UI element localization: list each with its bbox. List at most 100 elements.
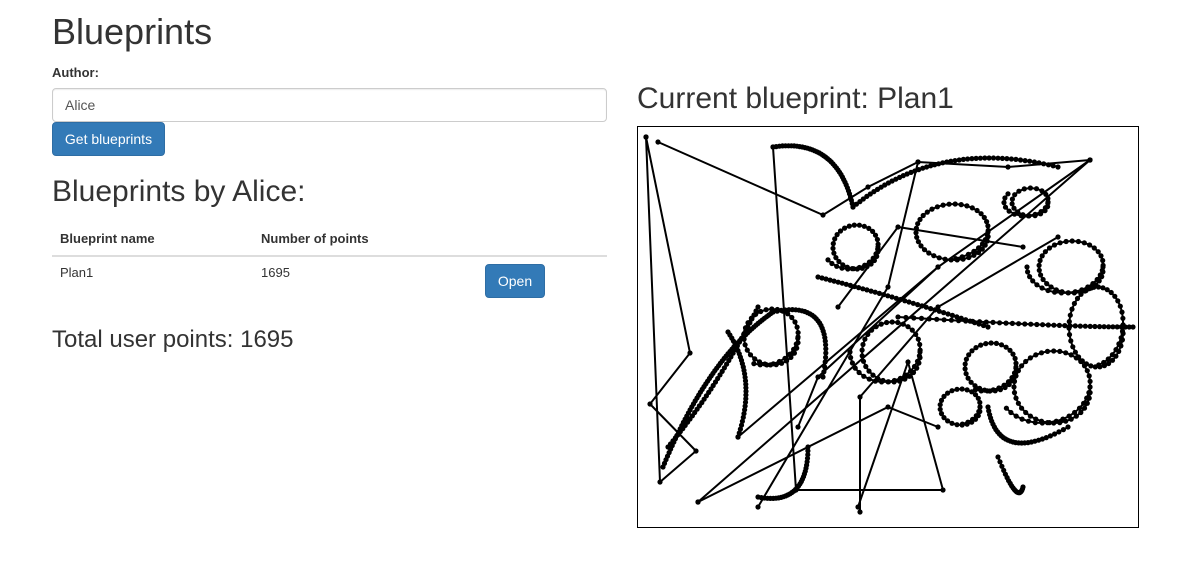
blueprint-point: [990, 155, 997, 161]
blueprint-point: [695, 499, 701, 505]
blueprint-point: [914, 358, 921, 364]
blueprint-point: [935, 424, 941, 430]
blueprint-point: [1027, 185, 1033, 191]
blueprint-point: [1013, 395, 1019, 401]
blueprint-point: [1072, 323, 1078, 329]
blueprint-point: [962, 366, 968, 372]
blueprint-point: [1118, 335, 1124, 341]
blueprint-point: [1036, 160, 1042, 166]
blueprint-point: [978, 342, 984, 348]
blueprint-stroke: [645, 136, 698, 485]
blueprint-point: [1117, 303, 1123, 309]
blueprint-point: [859, 347, 865, 353]
blueprint-point: [1087, 157, 1093, 163]
blueprint-point: [1011, 370, 1018, 376]
blueprint-point: [988, 340, 994, 346]
author-input[interactable]: [52, 88, 607, 122]
blueprint-point: [1022, 321, 1028, 327]
blueprint-point: [1024, 264, 1030, 270]
blueprint-point: [770, 361, 776, 367]
blueprint-point: [954, 386, 960, 392]
blueprint-point: [937, 406, 943, 412]
blueprint-point: [970, 318, 976, 324]
blueprint-points-cell: 1695: [261, 265, 290, 280]
blueprint-point: [752, 356, 758, 362]
blueprint-point: [1032, 211, 1038, 217]
blueprint-point: [1009, 320, 1015, 326]
blueprint-point: [852, 365, 858, 371]
blueprint-point: [763, 307, 769, 313]
blueprint-point: [969, 205, 975, 211]
blueprint-point: [1072, 349, 1078, 355]
blueprint-point: [1046, 420, 1052, 426]
blueprint-point: [895, 224, 901, 230]
blueprint-point: [895, 319, 901, 326]
column-header-points: Number of points: [253, 222, 477, 257]
blueprint-point: [1084, 368, 1090, 374]
blueprint-point: [920, 212, 926, 219]
blueprint-point: [1044, 348, 1051, 354]
blueprint-point: [769, 306, 775, 312]
blueprint-point: [963, 371, 969, 377]
blueprint-point: [875, 246, 881, 252]
blueprint-canvas[interactable]: [637, 126, 1139, 528]
blueprint-point: [845, 266, 851, 272]
blueprint-point: [1113, 347, 1119, 353]
blueprint-point: [862, 336, 868, 342]
blueprint-point: [1034, 321, 1040, 328]
blueprint-point: [946, 201, 952, 207]
blueprint-point: [984, 388, 990, 394]
blueprint-point: [795, 424, 801, 430]
blueprint-point: [1012, 192, 1018, 198]
blueprint-point: [874, 236, 880, 243]
blueprint-point: [965, 251, 971, 257]
blueprint-point: [1087, 242, 1093, 248]
blueprint-point: [1052, 289, 1058, 295]
blueprint-point: [1087, 323, 1093, 329]
blueprint-stroke: [757, 161, 919, 508]
blueprint-point: [982, 237, 988, 243]
blueprint-point: [1058, 290, 1064, 296]
blueprint-point: [1005, 379, 1012, 385]
blueprint-point: [1033, 352, 1039, 358]
blueprint-point: [1065, 424, 1071, 430]
blueprint-point: [1097, 272, 1103, 278]
blueprint-point: [857, 509, 863, 515]
blueprint-point: [997, 459, 1003, 465]
blueprint-point: [1013, 413, 1019, 419]
blueprint-point: [1068, 338, 1074, 344]
blueprint-point: [958, 202, 964, 208]
blueprint-point: [1016, 321, 1022, 327]
blueprint-point: [657, 479, 663, 485]
blueprint-point: [795, 335, 801, 341]
blueprint-point: [1100, 262, 1106, 268]
blueprint-point: [970, 416, 976, 422]
blueprint-point: [776, 358, 782, 365]
blueprint-point: [834, 263, 840, 269]
blueprint-point: [1027, 158, 1033, 164]
blueprint-point: [948, 257, 954, 263]
blueprint-point: [782, 355, 788, 361]
blueprint-point: [996, 385, 1002, 391]
blueprint-point: [1072, 289, 1078, 295]
open-button[interactable]: Open: [485, 264, 545, 298]
blueprint-point: [1074, 295, 1081, 302]
blueprint-point: [1098, 253, 1104, 259]
blueprint-point: [1021, 186, 1027, 192]
blueprint-point: [1045, 287, 1051, 294]
blueprint-point: [751, 361, 757, 367]
blueprint-point: [966, 352, 972, 358]
column-header-action: [477, 222, 607, 257]
blueprint-point: [945, 390, 951, 396]
blueprint-point: [1053, 418, 1059, 424]
blueprint-point: [917, 347, 923, 353]
blueprint-point: [785, 311, 791, 317]
blueprint-point: [794, 324, 800, 330]
get-blueprints-button[interactable]: Get blueprints: [52, 122, 165, 156]
blueprint-point: [903, 372, 909, 378]
blueprint-point: [1013, 360, 1019, 366]
blueprint-point: [934, 316, 940, 322]
blueprint-point: [1066, 332, 1073, 338]
blueprint-point: [942, 256, 948, 262]
blueprint-point: [823, 354, 829, 360]
